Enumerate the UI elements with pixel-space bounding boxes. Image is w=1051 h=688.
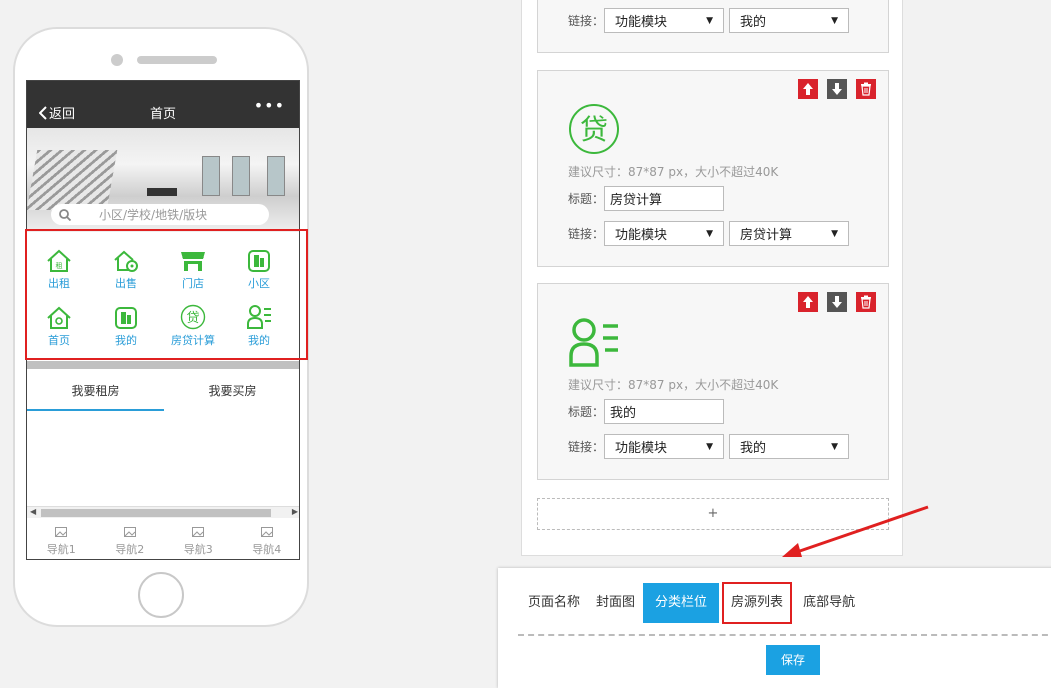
title-input[interactable]: 我的 <box>604 399 724 424</box>
caret-down-icon: ▼ <box>831 15 838 26</box>
settings-tabs: 页面名称 封面图 分类栏位 房源列表 底部导航 <box>520 582 863 624</box>
save-button[interactable]: 保存 <box>766 645 820 675</box>
search-icon <box>59 208 71 221</box>
bottom-nav-item-3[interactable]: 导航3 <box>164 521 233 559</box>
phone-tabs: 我要租房 我要买房 <box>27 377 299 411</box>
nav-card: 建议尺寸：87*87 px，大小不超过40K 标题： 我的 链接： 功能模块 ▼ … <box>537 283 889 480</box>
size-hint: 建议尺寸：87*87 px，大小不超过40K <box>568 165 779 179</box>
link-type-select[interactable]: 功能模块 ▼ <box>604 434 724 459</box>
arrow-up-icon <box>803 83 813 95</box>
title-input[interactable]: 房贷计算 <box>604 186 724 211</box>
link-label: 链接： <box>568 440 605 454</box>
bottom-nav-item-2[interactable]: 导航2 <box>96 521 165 559</box>
tab-page-name[interactable]: 页面名称 <box>520 583 588 623</box>
move-up-button[interactable] <box>798 79 818 99</box>
banner-image: 小区/学校/地铁/版块 <box>27 128 299 232</box>
scrollbar-thumb[interactable] <box>41 509 271 517</box>
link-type-select[interactable]: 功能模块 ▼ <box>604 221 724 246</box>
move-down-button[interactable] <box>827 292 847 312</box>
move-up-button[interactable] <box>798 292 818 312</box>
highlight-box <box>25 229 308 360</box>
bottom-nav-label: 导航1 <box>46 543 76 556</box>
bottom-nav-label: 导航2 <box>115 543 145 556</box>
user-list-icon <box>569 318 618 367</box>
phone-topbar: 返回 首页 ••• <box>27 81 299 128</box>
link-type-value: 功能模块 <box>615 441 668 456</box>
icon-preview[interactable]: 贷 <box>568 103 620 159</box>
delete-button[interactable] <box>856 292 876 312</box>
image-icon <box>55 527 68 537</box>
caret-down-icon: ▼ <box>706 441 713 452</box>
caret-down-icon: ▼ <box>706 228 713 239</box>
bottom-nav-item-1[interactable]: 导航1 <box>27 521 96 559</box>
tab-cover[interactable]: 封面图 <box>588 583 643 623</box>
image-icon <box>123 527 136 537</box>
scroll-right-icon[interactable]: ▶ <box>292 507 298 516</box>
more-icon[interactable]: ••• <box>254 96 285 115</box>
bottom-nav-label: 导航4 <box>252 543 282 556</box>
title-label: 标题： <box>568 405 605 419</box>
tab-category[interactable]: 分类栏位 <box>643 583 720 623</box>
link-target-select[interactable]: 我的 ▼ <box>729 8 849 33</box>
arrow-down-icon <box>832 83 842 95</box>
caret-down-icon: ▼ <box>831 228 838 239</box>
divider <box>518 634 1051 636</box>
caret-down-icon: ▼ <box>831 441 838 452</box>
tab-buy[interactable]: 我要买房 <box>164 377 299 411</box>
delete-button[interactable] <box>856 79 876 99</box>
arrow-down-icon <box>832 296 842 308</box>
horizontal-scrollbar[interactable]: ◀ ▶ <box>27 506 299 518</box>
tab-bottom-nav[interactable]: 底部导航 <box>795 583 863 623</box>
search-input[interactable]: 小区/学校/地铁/版块 <box>51 204 269 225</box>
move-down-button[interactable] <box>827 79 847 99</box>
link-target-select[interactable]: 房贷计算 ▼ <box>729 221 849 246</box>
phone-bottom-nav: 导航1 导航2 导航3 导航4 <box>27 521 300 559</box>
editor-panel: 链接： 功能模块 ▼ 我的 ▼ 贷 建议尺寸：87*87 px，大小不超过40K 标… <box>521 0 903 556</box>
image-icon <box>260 527 273 537</box>
tab-rent[interactable]: 我要租房 <box>27 377 164 411</box>
link-target-value: 房贷计算 <box>740 228 793 243</box>
divider <box>27 361 299 369</box>
nav-card: 贷 建议尺寸：87*87 px，大小不超过40K 标题： 房贷计算 链接： 功能… <box>537 70 889 267</box>
loan-icon: 贷 <box>569 104 619 154</box>
link-label: 链接： <box>568 227 605 241</box>
annotation-arrow-icon <box>782 505 929 557</box>
link-type-select[interactable]: 功能模块 ▼ <box>604 8 724 33</box>
home-button <box>138 572 184 618</box>
scroll-left-icon[interactable]: ◀ <box>30 507 36 516</box>
image-icon <box>192 527 205 537</box>
nav-card-top: 链接： 功能模块 ▼ 我的 ▼ <box>537 0 889 53</box>
link-label: 链接： <box>568 14 605 28</box>
caret-down-icon: ▼ <box>706 15 713 26</box>
camera <box>111 54 123 66</box>
link-type-value: 功能模块 <box>615 228 668 243</box>
link-target-value: 我的 <box>740 441 767 456</box>
link-type-value: 功能模块 <box>615 15 668 30</box>
search-placeholder: 小区/学校/地铁/版块 <box>99 208 208 222</box>
link-target-select[interactable]: 我的 ▼ <box>729 434 849 459</box>
svg-text:贷: 贷 <box>580 113 608 146</box>
trash-icon <box>861 82 871 96</box>
link-target-value: 我的 <box>740 15 767 30</box>
title-label: 标题： <box>568 192 605 206</box>
icon-preview[interactable] <box>568 316 622 372</box>
bottom-nav-item-4[interactable]: 导航4 <box>233 521 300 559</box>
trash-icon <box>861 295 871 309</box>
arrow-up-icon <box>803 296 813 308</box>
speaker <box>137 56 217 64</box>
tab-listing[interactable]: 房源列表 <box>722 582 793 624</box>
bottom-nav-label: 导航3 <box>183 543 213 556</box>
size-hint: 建议尺寸：87*87 px，大小不超过40K <box>568 378 779 392</box>
bottom-settings-panel: 页面名称 封面图 分类栏位 房源列表 底部导航 保存 <box>498 568 1051 688</box>
